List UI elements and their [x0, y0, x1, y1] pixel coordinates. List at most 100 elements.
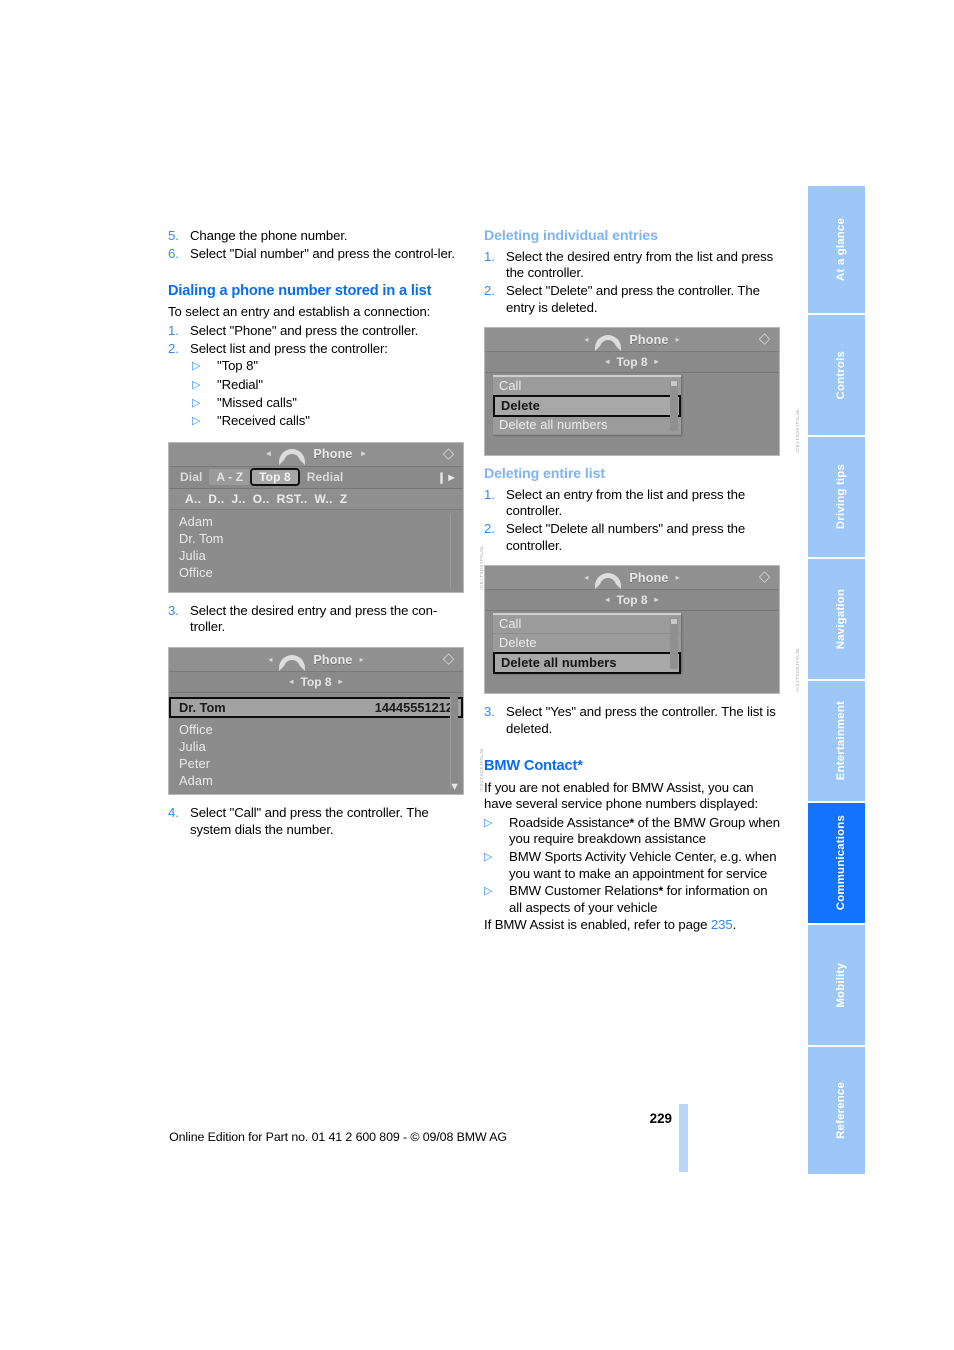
menu-item-delete-all-numbers[interactable]: Delete all numbers [493, 416, 681, 436]
list-item[interactable]: Julia [169, 738, 463, 755]
step-number: 1. [484, 486, 495, 502]
screenshot-phone-contact-list: ◄ Phone ► ◇ Dial A - Z Top 8 Redial ❙► A… [168, 441, 484, 593]
sidebar-item-navigation[interactable]: Navigation [808, 559, 865, 679]
step-number: 3. [168, 602, 179, 618]
menu-item-delete-selected[interactable]: Delete [493, 395, 681, 418]
right-arrow-icon: ► [359, 449, 368, 459]
step-4: 4. Select "Call" and press the controlle… [168, 805, 464, 838]
left-arrow-icon[interactable]: ◂ [289, 678, 293, 686]
delete-individual-step-1: 1. Select the desired entry from the lis… [484, 249, 780, 282]
idrive-top8-list: Dr. Tom 14445551212 Office Julia Peter A… [169, 693, 463, 795]
alpha-group[interactable]: RST.. [277, 492, 308, 506]
sidebar-item-at-a-glance[interactable]: At a glance [808, 186, 865, 313]
step-2: 2. Select list and press the controller: [168, 341, 464, 358]
step-number: 2. [168, 340, 179, 356]
right-arrow-icon[interactable]: ▸ [339, 678, 343, 686]
step-number: 5. [168, 228, 179, 243]
scrollbar[interactable] [450, 513, 458, 588]
tab-label: Controls [835, 350, 847, 400]
more-tabs-arrow-icon[interactable]: ❙► [437, 471, 459, 484]
list-item[interactable]: Dr. Tom [169, 530, 463, 547]
idrive-title: Phone [313, 652, 353, 667]
left-arrow-icon[interactable]: ◂ [605, 596, 609, 604]
screenshot-top8-selected-contact: ◂ Phone ▸ ◇ ◂ Top 8 ▸ Dr. Tom 1444555121… [168, 647, 484, 796]
menu-scrollbar[interactable] [670, 380, 678, 432]
bmw-contact-intro: If you are not enabled for BMW Assist, y… [484, 779, 759, 812]
left-arrow-icon[interactable]: ◂ [605, 358, 609, 366]
menu-item-call[interactable]: Call [493, 615, 681, 635]
delete-list-step-1: 1. Select an entry from the list and pre… [484, 487, 780, 520]
idrive-sub-bar: ◂ Top 8 ▸ [169, 672, 463, 694]
idrive-tab-redial[interactable]: Redial [300, 469, 351, 485]
footer-accent-bar [679, 1104, 688, 1172]
page-number: 229 [649, 1111, 672, 1126]
list-item[interactable]: Office [169, 721, 463, 738]
tab-label: Mobility [835, 962, 847, 1008]
sidebar-item-controls[interactable]: Controls [808, 315, 865, 435]
tab-label: Reference [835, 1082, 847, 1139]
left-arrow-icon: ◂ [584, 572, 589, 582]
screenshot-popup-delete: ◂ Phone ▸ ◇ ◂ Top 8 ▸ Peter Adam Call De… [484, 327, 800, 457]
menu-item-delete[interactable]: Delete [493, 634, 681, 654]
step-text: Select list and press the controller: [190, 340, 388, 356]
scroll-down-arrow-icon[interactable]: ▼ [449, 782, 460, 793]
idrive-title-bar: ◂ Phone ▸ ◇ [169, 648, 463, 673]
menu-scrollbar[interactable] [670, 618, 678, 670]
list-item[interactable]: Julia [169, 547, 463, 564]
right-arrow-icon: ▸ [675, 334, 680, 344]
sidebar-item-driving-tips[interactable]: Driving tips [808, 437, 865, 557]
delete-list-step-2: 2. Select "Delete all numbers" and press… [484, 521, 780, 554]
idrive-tab-top8-selected[interactable]: Top 8 [250, 468, 300, 487]
dialing-intro-text: To select an entry and establish a conne… [168, 304, 431, 320]
handset-icon [279, 654, 306, 671]
list-option-received-calls: ▷ "Received calls" [168, 413, 464, 430]
idrive-title: Phone [629, 332, 669, 347]
list-option-missed-calls: ▷ "Missed calls" [168, 395, 464, 412]
controller-icon: ◇ [442, 444, 455, 462]
right-arrow-icon[interactable]: ▸ [655, 358, 659, 366]
step-text: Select "Phone" and press the controller. [190, 323, 419, 339]
alpha-group[interactable]: J.. [231, 492, 245, 506]
menu-item-delete-all-numbers-selected[interactable]: Delete all numbers [493, 652, 681, 675]
menu-item-call[interactable]: Call [493, 377, 681, 397]
list-item[interactable]: Office [169, 564, 463, 581]
list-item[interactable]: Peter [169, 755, 463, 772]
list-item[interactable]: Adam [169, 513, 463, 530]
alpha-group[interactable]: D.. [208, 492, 224, 506]
sidebar-item-communications-active[interactable]: Communications [808, 803, 865, 923]
step-number: 2. [484, 282, 495, 298]
context-menu: Call Delete Delete all numbers [493, 375, 681, 436]
step-3: 3. Select the desired entry and press th… [168, 603, 464, 636]
delete-individual-step-2: 2. Select "Delete" and press the control… [484, 283, 780, 316]
idrive-tab-dial[interactable]: Dial [173, 469, 209, 485]
alpha-group[interactable]: W.. [314, 492, 332, 506]
step-text: Select "Call" and press the controller. … [190, 805, 429, 837]
section-tab-rail: At a glance Controls Driving tips Naviga… [808, 186, 865, 1174]
alpha-group[interactable]: Z [340, 492, 348, 506]
step-number: 6. [168, 245, 179, 261]
scrollbar[interactable] [450, 697, 458, 791]
handset-icon [595, 572, 622, 589]
tab-label: At a glance [835, 218, 847, 281]
alpha-group[interactable]: O.. [253, 492, 270, 506]
tab-label: Communications [835, 815, 847, 911]
idrive-tab-a-z[interactable]: A - Z [209, 469, 251, 486]
sidebar-item-entertainment[interactable]: Entertainment [808, 681, 865, 801]
sidebar-item-mobility[interactable]: Mobility [808, 925, 865, 1045]
heading-bmw-contact: BMW Contact* [484, 758, 583, 775]
delete-list-step-3: 3. Select "Yes" and press the controller… [484, 704, 780, 737]
sidebar-item-reference[interactable]: Reference [808, 1047, 865, 1174]
left-column: 5. Change the phone number. 6. Select "D… [168, 228, 484, 839]
tab-label: Entertainment [835, 701, 847, 781]
idrive-subtitle: Top 8 [300, 675, 332, 690]
triangle-bullet-icon: ▷ [484, 885, 493, 898]
idrive-title: Phone [629, 570, 669, 585]
right-arrow-icon[interactable]: ▸ [655, 596, 659, 604]
alpha-group[interactable]: A.. [185, 492, 201, 506]
left-arrow-icon: ◄ [264, 449, 273, 459]
selected-contact-row[interactable]: Dr. Tom 14445551212 [169, 697, 463, 719]
list-item[interactable]: Adam [169, 772, 463, 789]
page-link[interactable]: 235 [711, 917, 733, 932]
list-option-label: "Received calls" [217, 413, 310, 429]
right-arrow-icon: ▸ [359, 654, 364, 664]
